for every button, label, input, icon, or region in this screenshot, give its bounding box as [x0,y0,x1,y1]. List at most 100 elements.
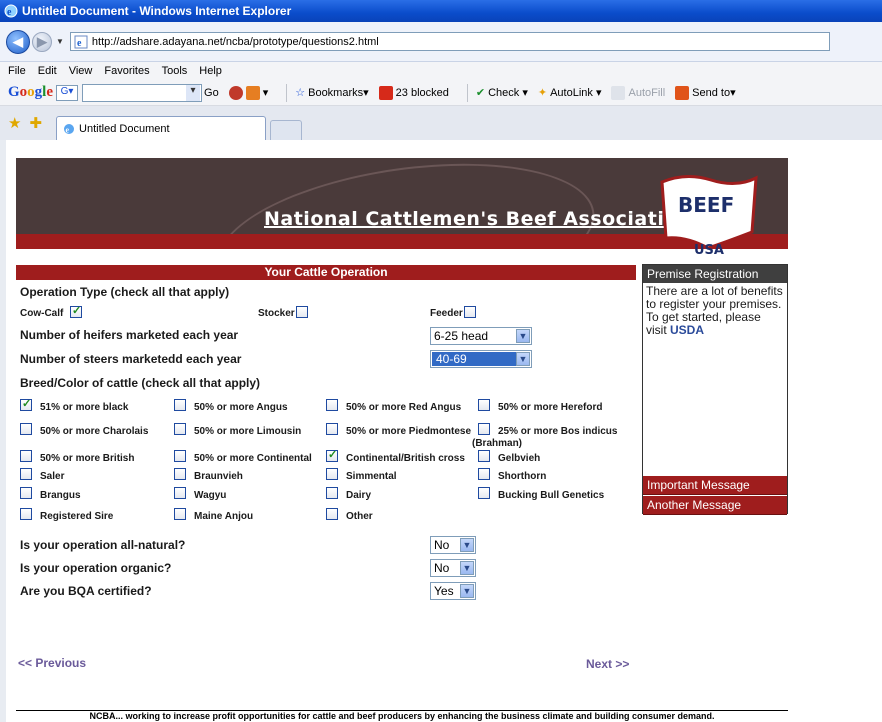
chevron-down-icon: ▼ [516,329,530,343]
breed-checkbox[interactable] [478,468,490,480]
breed-label: Brangus [40,490,81,501]
menu-file[interactable]: File [8,65,26,77]
url-field[interactable]: e http://adshare.adayana.net/ncba/protot… [69,32,830,51]
ie-logo-icon: e [4,4,18,18]
ie-page-icon: e [64,123,75,134]
bookmarks-label: Bookmarks [308,86,364,99]
bqa-select[interactable]: Yes ▼ [430,582,476,600]
breed-label: Registered Sire [40,511,114,522]
spell-check-button[interactable]: ✔ Check ▾ [476,86,528,100]
google-search-input[interactable] [82,83,203,102]
popup-blocked-button[interactable]: 23 blocked [378,85,449,100]
back-button[interactable]: ◀ [6,29,30,54]
svg-text:e: e [7,7,12,18]
breed-label: 50% or more Continental [194,453,312,464]
svg-text:USA: USA [694,243,724,258]
breed-checkbox[interactable] [326,423,338,435]
new-tab-button[interactable] [270,120,303,140]
add-favorites-icon[interactable]: ✚ [29,114,42,132]
organic-value: No [434,561,450,575]
important-message-link[interactable]: Important Message [643,476,787,495]
breed-label: Dairy [346,490,372,501]
history-dropdown-icon[interactable]: ▼ [56,37,64,46]
chevron-down-icon: ▼ [460,584,474,598]
menu-view[interactable]: View [69,65,93,77]
send-icon [675,85,690,100]
breed-checkbox[interactable] [20,397,32,411]
stocker-checkbox[interactable] [296,306,308,318]
breed-checkbox[interactable] [478,399,490,411]
breed-checkbox[interactable] [174,468,186,480]
breed-checkbox[interactable] [174,399,186,411]
star-icon: ☆ [295,87,306,99]
heifers-label: Number of heifers marketed each year [20,328,239,342]
breed-checkbox[interactable] [326,399,338,411]
breed-checkbox[interactable] [20,423,32,435]
breed-label: Continental/British cross [346,453,465,464]
sidebar-panel: Premise Registration There are a lot of … [642,264,788,515]
usda-link[interactable]: USDA [670,323,704,337]
next-link[interactable]: Next >> [586,657,629,671]
breed-label: Breed/Color of cattle (check all that ap… [20,376,261,390]
favorites-star-icon[interactable]: ★ [8,114,21,132]
breed-checkbox[interactable] [20,450,32,462]
breed-checkbox[interactable] [174,423,186,435]
bqa-label: Are you BQA certified? [20,584,152,598]
heifers-select[interactable]: 6-25 head ▼ [430,327,532,345]
menu-help[interactable]: Help [199,65,222,77]
url-text: http://adshare.adayana.net/ncba/prototyp… [91,35,379,48]
forward-button[interactable]: ▶ [32,31,52,52]
breed-checkbox[interactable] [20,487,32,499]
breed-checkbox[interactable] [20,468,32,480]
breed-checkbox[interactable] [20,508,32,520]
natural-select[interactable]: No ▼ [430,536,476,554]
natural-value: No [434,538,450,552]
autolink-button[interactable]: ✦ AutoLink ▾ [537,86,602,100]
google-go-button[interactable]: Go [204,87,219,99]
blocked-label: 23 blocked [395,86,449,99]
breed-label: 50% or more Hereford [498,402,603,413]
breed-checkbox[interactable] [478,423,490,435]
feeder-checkbox[interactable] [464,306,476,318]
feeder-label: Feeder [430,308,463,319]
wand-icon: ✦ [537,87,548,99]
breed-checkbox[interactable] [326,448,338,462]
sidebar-body: There are a lot of benefits to register … [646,284,783,337]
breed-checkbox[interactable] [326,468,338,480]
google-menu-button[interactable]: G▾ [56,84,79,101]
autolink-label: AutoLink [550,86,593,99]
tab-untitled-document[interactable]: e Untitled Document [56,116,267,140]
breed-checkbox[interactable] [478,450,490,462]
steers-select[interactable]: 40-69 ▼ [430,350,532,368]
breed-label: Maine Anjou [194,511,254,522]
menu-tools[interactable]: Tools [162,65,188,77]
another-message-link[interactable]: Another Message [643,496,787,515]
breed-checkbox[interactable] [174,487,186,499]
blocker-icon [378,85,393,100]
breed-checkbox[interactable] [326,508,338,520]
breed-label: 50% or more Piedmontese [346,426,472,437]
svg-text:e: e [66,125,70,134]
bookmarks-button[interactable]: ☆ Bookmarks ▾ [295,86,368,100]
breed-checkbox[interactable] [174,508,186,520]
check-label: Check [488,86,520,99]
toolbar-separator [286,83,288,102]
google-toolbar: Google G▾ Go ▾ ☆Bookmarks▾ 23 blocked ✔C… [0,80,882,106]
organic-select[interactable]: No ▼ [430,559,476,577]
google-tools-icons[interactable]: ▾ [228,85,268,100]
breed-checkbox[interactable] [478,487,490,499]
menu-edit[interactable]: Edit [38,65,57,77]
cow-calf-checkbox[interactable] [70,304,82,318]
breed-checkbox[interactable] [174,450,186,462]
chevron-down-icon: ▼ [460,538,474,552]
menu-favorites[interactable]: Favorites [104,65,149,77]
previous-link[interactable]: << Previous [18,656,86,670]
breed-label: Gelbvieh [498,453,541,464]
menu-bar: File Edit View Favorites Tools Help [0,62,882,80]
autofill-button[interactable]: AutoFill [611,85,665,100]
send-to-button[interactable]: Send to ▾ [675,85,736,100]
chevron-down-icon: ▼ [460,561,474,575]
breed-label: Braunvieh [194,471,243,482]
breed-checkbox[interactable] [326,487,338,499]
breed-label: 50% or more Limousin [194,426,302,437]
